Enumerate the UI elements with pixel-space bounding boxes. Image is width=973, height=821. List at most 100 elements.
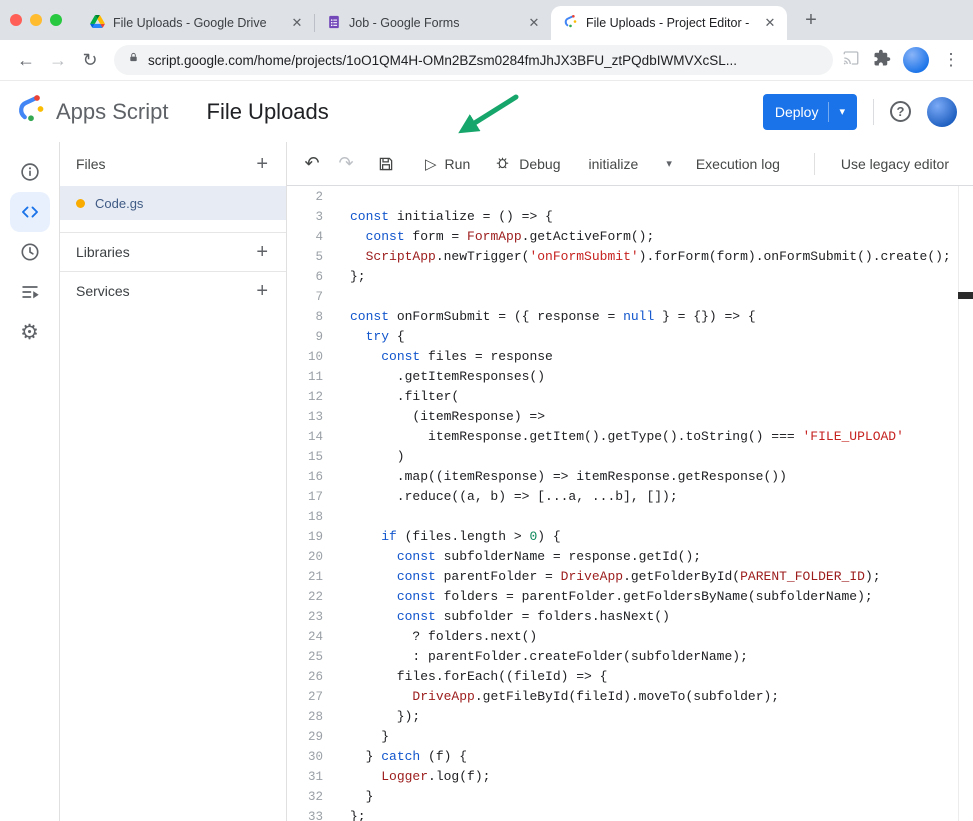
code-line-25[interactable]: 25 : parentFolder.createFolder(subfolder… <box>287 647 958 667</box>
libraries-section[interactable]: Libraries + <box>60 233 286 271</box>
code-line-3[interactable]: 3const initialize = () => { <box>287 207 958 227</box>
run-label: Run <box>445 156 471 172</box>
code-line-33[interactable]: 33}; <box>287 807 958 821</box>
code-line-6[interactable]: 6}; <box>287 267 958 287</box>
code-text: try { <box>350 327 405 347</box>
editor-scrollbar[interactable] <box>958 186 973 821</box>
debug-button[interactable]: Debug <box>484 148 570 180</box>
editor-code-icon[interactable] <box>10 192 50 232</box>
code-line-17[interactable]: 17 .reduce((a, b) => [...a, ...b], []); <box>287 487 958 507</box>
code-line-13[interactable]: 13 (itemResponse) => <box>287 407 958 427</box>
triggers-clock-icon[interactable] <box>10 232 50 272</box>
code-text: .getItemResponses() <box>350 367 545 387</box>
save-icon[interactable] <box>371 149 401 179</box>
cast-icon[interactable] <box>841 49 861 72</box>
code-text: } catch (f) { <box>350 747 467 767</box>
fullscreen-window-button[interactable] <box>50 14 62 26</box>
code-line-5[interactable]: 5 ScriptApp.newTrigger('onFormSubmit').f… <box>287 247 958 267</box>
execution-log-button[interactable]: Execution log <box>686 148 790 180</box>
address-bar[interactable]: script.google.com/home/projects/1oO1QM4H… <box>114 45 833 75</box>
browser-actions: ⋮ <box>841 47 963 73</box>
function-select-dropdown[interactable]: initialize ▾ <box>579 148 682 180</box>
close-window-button[interactable] <box>10 14 22 26</box>
tab-close-icon[interactable]: ✕ <box>288 14 306 32</box>
line-number: 15 <box>287 447 323 467</box>
code-line-11[interactable]: 11 .getItemResponses() <box>287 367 958 387</box>
code-line-22[interactable]: 22 const folders = parentFolder.getFolde… <box>287 587 958 607</box>
services-section[interactable]: Services + <box>60 272 286 310</box>
file-name: Code.gs <box>95 196 143 211</box>
back-icon[interactable]: ← <box>10 44 42 76</box>
code-text: .map((itemResponse) => itemResponse.getR… <box>350 467 787 487</box>
code-line-12[interactable]: 12 .filter( <box>287 387 958 407</box>
code-line-10[interactable]: 10 const files = response <box>287 347 958 367</box>
add-library-icon[interactable]: + <box>256 241 268 264</box>
tab-google-forms[interactable]: Job - Google Forms ✕ <box>315 6 551 40</box>
tab-close-icon[interactable]: ✕ <box>761 14 779 32</box>
file-item-code-gs[interactable]: Code.gs <box>60 186 286 220</box>
code-line-26[interactable]: 26 files.forEach((fileId) => { <box>287 667 958 687</box>
redo-icon[interactable]: ↷ <box>331 149 361 179</box>
code-line-23[interactable]: 23 const subfolder = folders.hasNext() <box>287 607 958 627</box>
deploy-button[interactable]: Deploy ▾ <box>763 94 857 130</box>
code-line-4[interactable]: 4 const form = FormApp.getActiveForm(); <box>287 227 958 247</box>
line-number: 23 <box>287 607 323 627</box>
tab-google-drive[interactable]: File Uploads - Google Drive ✕ <box>78 6 314 40</box>
executions-list-icon[interactable] <box>10 272 50 312</box>
code-line-15[interactable]: 15 ) <box>287 447 958 467</box>
help-icon[interactable]: ? <box>890 101 911 122</box>
code-line-29[interactable]: 29 } <box>287 727 958 747</box>
url-text: script.google.com/home/projects/1oO1QM4H… <box>148 53 737 68</box>
project-title[interactable]: File Uploads <box>207 99 329 125</box>
code-text: ? folders.next() <box>350 627 537 647</box>
code-editor[interactable]: 23const initialize = () => {4 const form… <box>287 186 973 821</box>
code-line-30[interactable]: 30 } catch (f) { <box>287 747 958 767</box>
code-line-24[interactable]: 24 ? folders.next() <box>287 627 958 647</box>
forward-icon[interactable]: → <box>42 44 74 76</box>
code-line-20[interactable]: 20 const subfolderName = response.getId(… <box>287 547 958 567</box>
code-line-8[interactable]: 8const onFormSubmit = ({ response = null… <box>287 307 958 327</box>
code-line-27[interactable]: 27 DriveApp.getFileById(fileId).moveTo(s… <box>287 687 958 707</box>
code-line-21[interactable]: 21 const parentFolder = DriveApp.getFold… <box>287 567 958 587</box>
code-line-19[interactable]: 19 if (files.length > 0) { <box>287 527 958 547</box>
account-avatar[interactable] <box>927 97 957 127</box>
code-line-9[interactable]: 9 try { <box>287 327 958 347</box>
tab-project-editor[interactable]: File Uploads - Project Editor - ✕ <box>551 6 787 40</box>
code-text: ScriptApp.newTrigger('onFormSubmit').for… <box>350 247 951 267</box>
code-text: }); <box>350 707 420 727</box>
unsaved-changes-dot <box>76 199 85 208</box>
undo-icon[interactable]: ↶ <box>297 149 327 179</box>
line-number: 12 <box>287 387 323 407</box>
extensions-puzzle-icon[interactable] <box>873 49 891 72</box>
overview-info-icon[interactable] <box>10 152 50 192</box>
code-line-7[interactable]: 7 <box>287 287 958 307</box>
ssl-lock-icon <box>128 51 139 69</box>
use-legacy-editor-button[interactable]: Use legacy editor <box>831 148 959 180</box>
line-number: 27 <box>287 687 323 707</box>
code-line-31[interactable]: 31 Logger.log(f); <box>287 767 958 787</box>
line-number: 31 <box>287 767 323 787</box>
line-number: 32 <box>287 787 323 807</box>
code-line-2[interactable]: 2 <box>287 187 958 207</box>
code-line-16[interactable]: 16 .map((itemResponse) => itemResponse.g… <box>287 467 958 487</box>
deploy-caret-icon[interactable]: ▾ <box>839 105 845 118</box>
settings-gear-icon[interactable]: ⚙ <box>10 312 50 352</box>
code-text: DriveApp.getFileById(fileId).moveTo(subf… <box>350 687 779 707</box>
refresh-icon[interactable]: ↻ <box>74 44 106 76</box>
code-line-28[interactable]: 28 }); <box>287 707 958 727</box>
minimize-window-button[interactable] <box>30 14 42 26</box>
browser-menu-icon[interactable]: ⋮ <box>941 50 961 70</box>
add-service-icon[interactable]: + <box>256 280 268 303</box>
code-line-32[interactable]: 32 } <box>287 787 958 807</box>
line-number: 20 <box>287 547 323 567</box>
tab-close-icon[interactable]: ✕ <box>525 14 543 32</box>
header-divider <box>873 99 874 125</box>
run-button[interactable]: ▷ Run <box>415 148 480 180</box>
bug-icon <box>494 154 511 174</box>
code-line-14[interactable]: 14 itemResponse.getItem().getType().toSt… <box>287 427 958 447</box>
code-line-18[interactable]: 18 <box>287 507 958 527</box>
browser-profile-avatar[interactable] <box>903 47 929 73</box>
product-name[interactable]: Apps Script <box>56 99 169 125</box>
new-tab-button[interactable]: + <box>797 6 825 34</box>
add-file-icon[interactable]: + <box>256 153 268 176</box>
